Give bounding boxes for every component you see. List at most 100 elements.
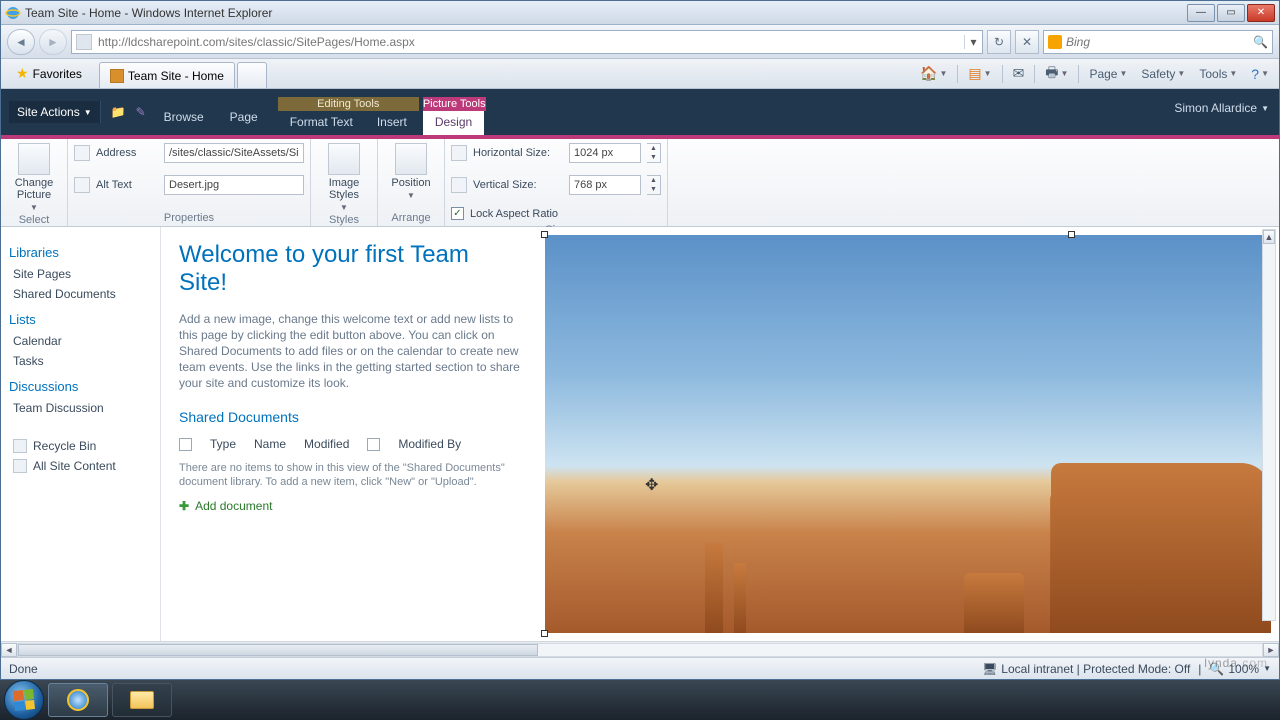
search-icon[interactable]: 🔍 bbox=[1253, 35, 1268, 49]
horizontal-scrollbar[interactable]: ◄ ► bbox=[1, 641, 1279, 657]
address-dropdown[interactable]: ▾ bbox=[964, 35, 982, 49]
resize-handle-n[interactable] bbox=[1068, 231, 1075, 238]
tab-strip: Team Site - Home bbox=[99, 59, 269, 88]
horizontal-size-input[interactable] bbox=[569, 143, 641, 163]
help-icon: ? bbox=[1251, 66, 1259, 82]
vsize-icon bbox=[451, 177, 467, 193]
tab-insert[interactable]: Insert bbox=[365, 111, 419, 135]
security-zone[interactable]: 🖥 Local intranet | Protected Mode: Off bbox=[982, 662, 1190, 676]
shared-docs-list: Type Name Modified Modified By There are… bbox=[179, 433, 523, 513]
nav-calendar[interactable]: Calendar bbox=[9, 331, 152, 351]
search-input[interactable] bbox=[1066, 35, 1249, 49]
change-picture-button[interactable]: Change Picture ▼ bbox=[7, 141, 61, 212]
nav-team-discussion[interactable]: Team Discussion bbox=[9, 398, 152, 418]
select-all-checkbox[interactable] bbox=[179, 438, 192, 451]
tools-menu[interactable]: Tools ▼ bbox=[1195, 65, 1241, 83]
resize-handle-sw[interactable] bbox=[541, 630, 548, 637]
desert-image: ✥ bbox=[545, 235, 1271, 633]
status-text: Done bbox=[9, 662, 974, 676]
mail-icon: ✉ bbox=[1013, 65, 1025, 82]
bing-icon bbox=[1048, 35, 1062, 49]
back-button[interactable]: ◄ bbox=[7, 29, 35, 55]
ie-icon bbox=[5, 5, 21, 21]
stop-button[interactable]: ✕ bbox=[1015, 30, 1039, 54]
site-actions-menu[interactable]: Site Actions▼ bbox=[9, 101, 101, 123]
nav-site-pages[interactable]: Site Pages bbox=[9, 264, 152, 284]
nav-shared-documents[interactable]: Shared Documents bbox=[9, 284, 152, 304]
tab-active[interactable]: Team Site - Home bbox=[99, 62, 235, 88]
position-button[interactable]: Position ▼ bbox=[384, 141, 438, 200]
alt-text-input[interactable] bbox=[164, 175, 304, 195]
ribbon-group-styles: Image Styles ▼ Styles bbox=[311, 139, 378, 226]
col-type[interactable]: Type bbox=[210, 437, 236, 451]
scroll-left-button[interactable]: ◄ bbox=[1, 643, 17, 657]
help-button[interactable]: ?▼ bbox=[1247, 64, 1273, 84]
page-icon bbox=[76, 34, 92, 50]
maximize-button[interactable]: ▭ bbox=[1217, 4, 1245, 22]
status-separator: | bbox=[1198, 662, 1201, 676]
shared-docs-heading: Shared Documents bbox=[179, 409, 523, 425]
resize-handle-nw[interactable] bbox=[541, 231, 548, 238]
safety-menu[interactable]: Safety ▼ bbox=[1137, 65, 1189, 83]
forward-button[interactable]: ► bbox=[39, 29, 67, 55]
alt-text-field-icon bbox=[74, 177, 90, 193]
vertical-scrollbar[interactable]: ▲ bbox=[1262, 229, 1276, 621]
change-picture-icon bbox=[18, 143, 50, 175]
nav-heading-libraries[interactable]: Libraries bbox=[9, 245, 152, 260]
new-tab-button[interactable] bbox=[237, 62, 267, 88]
tab-format-text[interactable]: Format Text bbox=[278, 111, 365, 135]
selected-image[interactable]: ✥ bbox=[545, 235, 1271, 633]
col-modified[interactable]: Modified bbox=[304, 437, 349, 451]
close-button[interactable]: ✕ bbox=[1247, 4, 1275, 22]
image-styles-icon bbox=[328, 143, 360, 175]
command-bar: 🏠▼ ▤▼ ✉ 🖶▼ Page ▼ Safety ▼ Tools ▼ ?▼ bbox=[916, 60, 1273, 88]
watermark: lynda.com bbox=[1204, 642, 1268, 674]
nav-heading-lists[interactable]: Lists bbox=[9, 312, 152, 327]
feeds-button[interactable]: ▤▼ bbox=[964, 63, 995, 84]
start-button[interactable] bbox=[4, 680, 44, 720]
page-heading: Welcome to your first Team Site! bbox=[179, 241, 523, 297]
tab-page[interactable]: Page bbox=[222, 94, 266, 130]
taskbar-explorer[interactable] bbox=[112, 683, 172, 717]
favorites-label: Favorites bbox=[33, 67, 82, 81]
minimize-button[interactable]: — bbox=[1187, 4, 1215, 22]
ribbon-group-properties: Address Alt Text Properties bbox=[68, 139, 311, 226]
col-name[interactable]: Name bbox=[254, 437, 286, 451]
taskbar-ie[interactable] bbox=[48, 683, 108, 717]
print-button[interactable]: 🖶▼ bbox=[1041, 60, 1072, 88]
home-button[interactable]: 🏠▼ bbox=[916, 63, 951, 84]
address-bar[interactable]: ▾ bbox=[71, 30, 983, 54]
nav-tasks[interactable]: Tasks bbox=[9, 351, 152, 371]
col-modified-by[interactable]: Modified By bbox=[398, 437, 461, 451]
rss-icon: ▤ bbox=[968, 65, 981, 82]
hsize-spinner[interactable]: ▲▼ bbox=[647, 143, 661, 163]
nav-recycle-bin[interactable]: Recycle Bin bbox=[9, 436, 152, 456]
favorites-row: ★ Favorites Team Site - Home 🏠▼ ▤▼ ✉ 🖶▼ … bbox=[1, 59, 1279, 89]
taskbar bbox=[0, 680, 1280, 720]
navigate-up-icon[interactable]: 📁 bbox=[111, 105, 126, 119]
user-menu[interactable]: Simon Allardice▼ bbox=[1174, 101, 1269, 115]
tab-browse[interactable]: Browse bbox=[156, 94, 212, 130]
favorites-button[interactable]: ★ Favorites bbox=[7, 62, 91, 85]
search-box[interactable]: 🔍 bbox=[1043, 30, 1273, 54]
edit-page-icon[interactable]: ✎ bbox=[136, 105, 146, 119]
address-input[interactable] bbox=[164, 143, 304, 163]
vertical-size-input[interactable] bbox=[569, 175, 641, 195]
lock-aspect-checkbox[interactable]: ✓ bbox=[451, 207, 464, 220]
tab-design[interactable]: Design bbox=[423, 111, 484, 135]
scroll-up-button[interactable]: ▲ bbox=[1263, 230, 1275, 244]
tab-title: Team Site - Home bbox=[128, 69, 224, 83]
image-styles-button[interactable]: Image Styles ▼ bbox=[317, 141, 371, 212]
refresh-button[interactable]: ↻ bbox=[987, 30, 1011, 54]
url-input[interactable] bbox=[96, 35, 964, 49]
page-menu[interactable]: Page ▼ bbox=[1085, 65, 1131, 83]
col-modified-by-checkbox[interactable] bbox=[367, 438, 380, 451]
scroll-thumb[interactable] bbox=[18, 644, 538, 656]
add-document-link[interactable]: ✚ Add document bbox=[179, 499, 523, 513]
nav-all-site-content[interactable]: All Site Content bbox=[9, 456, 152, 476]
ribbon-group-select: Change Picture ▼ Select bbox=[1, 139, 68, 226]
mail-button[interactable]: ✉ bbox=[1009, 63, 1029, 84]
nav-heading-discussions[interactable]: Discussions bbox=[9, 379, 152, 394]
vsize-spinner[interactable]: ▲▼ bbox=[647, 175, 661, 195]
empty-message: There are no items to show in this view … bbox=[179, 461, 523, 489]
